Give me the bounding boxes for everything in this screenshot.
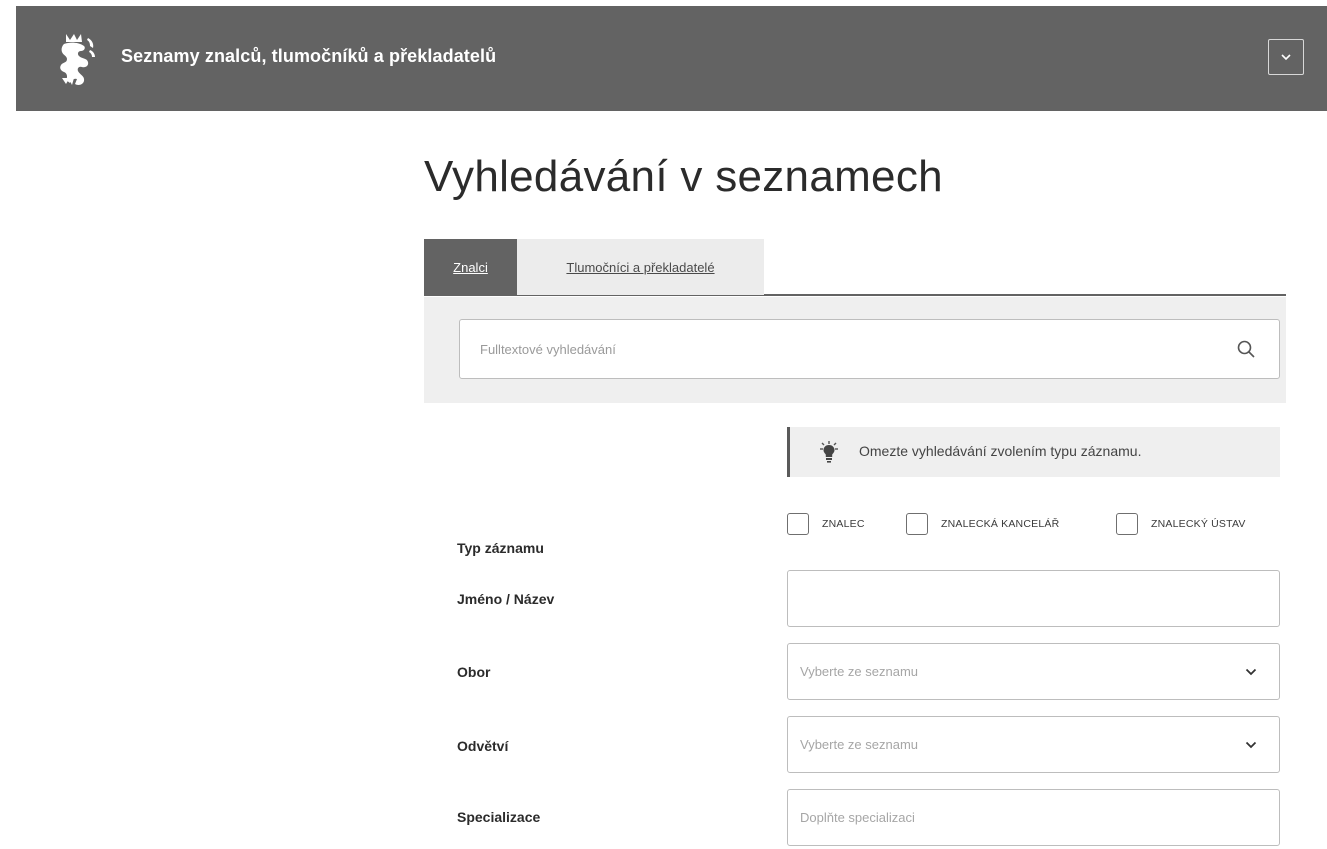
app-title: Seznamy znalců, tlumočníků a překladatel… (121, 46, 497, 66)
lightbulb-icon (820, 441, 838, 463)
checkbox-znalecka-kancelar[interactable]: ZNALECKÁ KANCELÁŘ (906, 511, 1059, 537)
checkbox-znalec[interactable]: ZNALEC (787, 511, 865, 537)
hint-text: Omezte vyhledávání zvolením typu záznamu… (859, 443, 1142, 459)
specialization-input[interactable] (787, 789, 1280, 846)
checkbox-label: ZNALECKÁ KANCELÁŘ (941, 518, 1060, 530)
checkbox-label: ZNALEC (822, 518, 865, 530)
tab-tlumocnici[interactable]: Tlumočníci a překladatelé (517, 239, 764, 295)
tab-znalci[interactable]: Znalci (424, 239, 517, 295)
czech-lion-emblem-icon (60, 34, 95, 85)
specialization-label: Specializace (457, 809, 541, 825)
field-label: Obor (457, 664, 491, 680)
chevron-down-icon (1245, 668, 1257, 676)
search-icon[interactable] (1236, 339, 1256, 359)
branch-select[interactable]: Vyberte ze seznamu (787, 716, 1280, 773)
branch-label: Odvětví (457, 738, 509, 754)
branch-select-value: Vyberte ze seznamu (800, 737, 919, 752)
checkbox-box[interactable] (906, 513, 928, 535)
name-label: Jméno / Název (457, 591, 555, 607)
page-title: Vyhledávání v seznamech (424, 152, 943, 201)
name-input[interactable] (787, 570, 1280, 627)
search-panel (424, 297, 1286, 403)
fulltext-search-input[interactable] (459, 319, 1280, 379)
checkbox-znalecky-ustav[interactable]: ZNALECKÝ ÚSTAV (1116, 511, 1246, 537)
app-header: Seznamy znalců, tlumočníků a překladatel… (16, 6, 1327, 111)
menu-toggle-button[interactable] (1268, 39, 1304, 75)
checkbox-box[interactable] (787, 513, 809, 535)
field-select[interactable]: Vyberte ze seznamu (787, 643, 1280, 700)
checkbox-box[interactable] (1116, 513, 1138, 535)
type-label: Typ záznamu (457, 540, 544, 556)
hint-box: Omezte vyhledávání zvolením typu záznamu… (787, 427, 1280, 477)
checkbox-label: ZNALECKÝ ÚSTAV (1151, 518, 1246, 530)
record-type-tabs: Znalci Tlumočníci a překladatelé (424, 239, 1286, 296)
chevron-down-icon (1281, 54, 1291, 61)
chevron-down-icon (1245, 741, 1257, 749)
field-select-value: Vyberte ze seznamu (800, 664, 919, 679)
